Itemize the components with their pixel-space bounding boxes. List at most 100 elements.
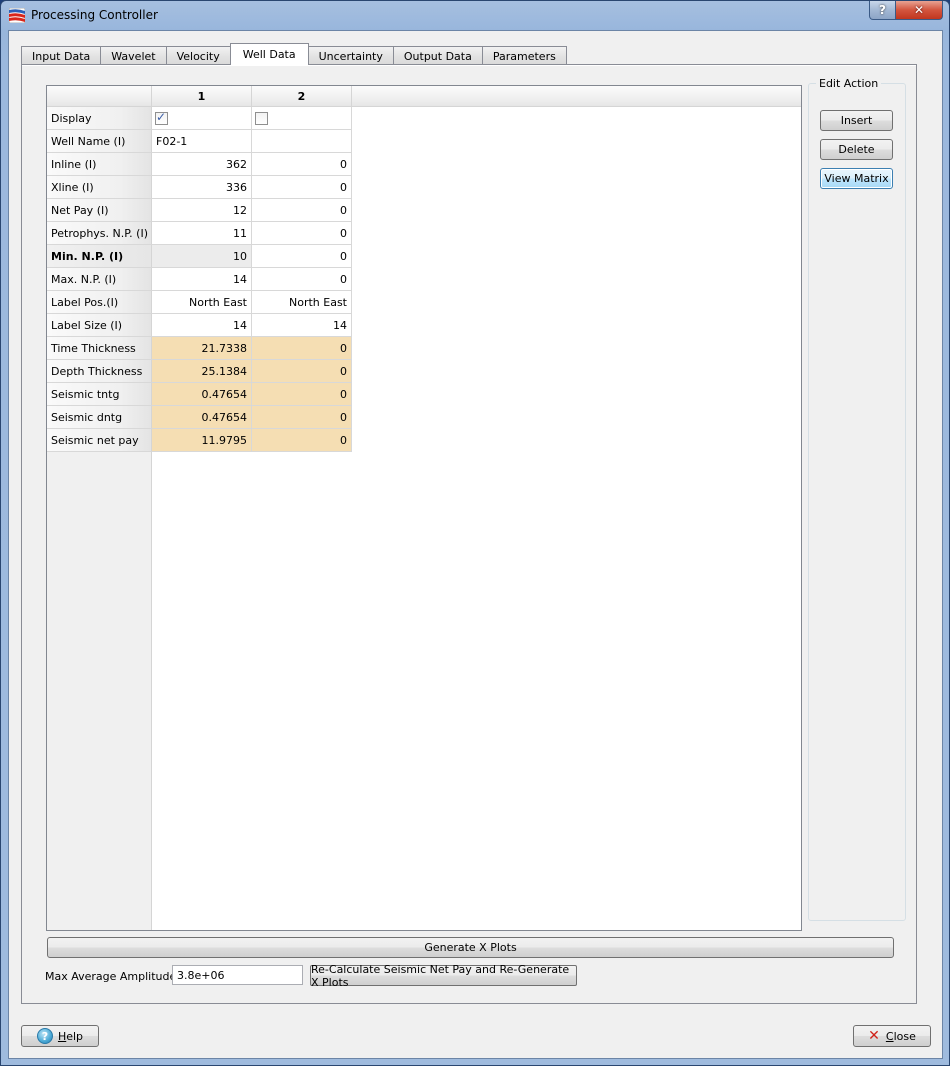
table-cell[interactable]: 21.7338 xyxy=(152,337,252,360)
row-header[interactable]: Time Thickness xyxy=(47,337,152,360)
help-icon: ? xyxy=(36,1028,53,1044)
max-average-amplitude-label: Max Average Amplitude: xyxy=(45,970,180,983)
display-checkbox-cell[interactable] xyxy=(152,107,252,130)
table-cell[interactable]: 336 xyxy=(152,176,252,199)
window-title: Processing Controller xyxy=(31,8,158,22)
table-row: Petrophys. N.P. (I) 11 0 xyxy=(47,222,352,245)
table-cell[interactable]: 0 xyxy=(252,383,352,406)
table-cell[interactable]: 362 xyxy=(152,153,252,176)
table-cell[interactable]: 10 xyxy=(152,245,252,268)
table-cell[interactable]: 14 xyxy=(252,314,352,337)
column-header-strip: 1 2 xyxy=(152,86,801,107)
recalculate-button[interactable]: Re-Calculate Seismic Net Pay and Re-Gene… xyxy=(310,963,577,989)
table-cell[interactable]: 0 xyxy=(252,199,352,222)
row-header[interactable]: Seismic net pay xyxy=(47,429,152,452)
row-header[interactable]: Seismic dntg xyxy=(47,406,152,429)
help-question-icon: ? xyxy=(879,3,886,17)
tab-velocity[interactable]: Velocity xyxy=(165,46,231,65)
table-row: Net Pay (I) 12 0 xyxy=(47,199,352,222)
table-row: Xline (I) 336 0 xyxy=(47,176,352,199)
tab-uncertainty[interactable]: Uncertainty xyxy=(307,46,394,65)
table-cell[interactable]: 0 xyxy=(252,245,352,268)
processing-controller-window: Processing Controller ? ✕ Input Data Wav… xyxy=(0,0,950,1066)
table-row: Max. N.P. (I) 14 0 xyxy=(47,268,352,291)
table-cell[interactable]: F02-1 xyxy=(152,130,252,153)
row-header[interactable]: Label Size (I) xyxy=(47,314,152,337)
checkbox-unchecked[interactable] xyxy=(255,111,268,125)
table-row: Seismic tntg 0.47654 0 xyxy=(47,383,352,406)
row-header[interactable]: Inline (I) xyxy=(47,153,152,176)
table-corner[interactable] xyxy=(47,86,152,107)
table-cell[interactable]: 0 xyxy=(252,268,352,291)
table-row: Label Size (I) 14 14 xyxy=(47,314,352,337)
table-cell[interactable]: 0 xyxy=(252,176,352,199)
window-close-button[interactable]: ✕ xyxy=(896,1,943,20)
table-cell[interactable]: 0 xyxy=(252,360,352,383)
title-bar[interactable]: Processing Controller ? ✕ xyxy=(1,1,949,31)
row-header[interactable]: Petrophys. N.P. (I) xyxy=(47,222,152,245)
table-row: Depth Thickness 25.1384 0 xyxy=(47,360,352,383)
tab-input-data[interactable]: Input Data xyxy=(21,46,102,65)
close-button[interactable]: ✕ Close xyxy=(853,1025,931,1047)
delete-button[interactable]: Delete xyxy=(820,139,893,160)
table-cell[interactable] xyxy=(252,130,352,153)
column-header-1[interactable]: 1 xyxy=(152,86,252,107)
close-label: Close xyxy=(885,1029,916,1043)
table-row: Time Thickness 21.7338 0 xyxy=(47,337,352,360)
row-header[interactable]: Min. N.P. (I) xyxy=(47,245,152,268)
column-header-2[interactable]: 2 xyxy=(252,86,352,107)
table-cell[interactable]: North East xyxy=(152,291,252,314)
row-header[interactable]: Depth Thickness xyxy=(47,360,152,383)
row-header[interactable]: Seismic tntg xyxy=(47,383,152,406)
tab-wavelet[interactable]: Wavelet xyxy=(100,46,167,65)
edit-action-group xyxy=(808,83,906,921)
tab-well-data[interactable]: Well Data xyxy=(229,43,309,65)
table-cell[interactable]: 0 xyxy=(252,429,352,452)
table-row: Seismic net pay 11.9795 0 xyxy=(47,429,352,452)
tab-bar: Input Data Wavelet Velocity Well Data Un… xyxy=(21,43,567,65)
tab-output-data[interactable]: Output Data xyxy=(392,46,483,65)
close-x-icon: ✕ xyxy=(913,3,925,17)
max-average-amplitude-input[interactable]: 3.8e+06 xyxy=(172,965,303,985)
table-row: Well Name (I) F02-1 xyxy=(47,130,352,153)
row-header[interactable]: Well Name (I) xyxy=(47,130,152,153)
help-button[interactable]: ? Help xyxy=(21,1025,99,1047)
table-cell[interactable]: 12 xyxy=(152,199,252,222)
table-cell[interactable]: 0 xyxy=(252,406,352,429)
help-label: Help xyxy=(57,1029,84,1043)
checkbox-checked[interactable] xyxy=(155,110,168,125)
table-cell[interactable]: 11.9795 xyxy=(152,429,252,452)
table-cell[interactable]: North East xyxy=(252,291,352,314)
edit-action-title: Edit Action xyxy=(816,77,882,90)
table-cell[interactable]: 0 xyxy=(252,222,352,245)
table-cell[interactable]: 0.47654 xyxy=(152,406,252,429)
close-icon: ✕ xyxy=(868,1028,880,1044)
app-icon xyxy=(9,8,25,23)
table-cell[interactable]: 14 xyxy=(152,314,252,337)
table-cell[interactable]: 0.47654 xyxy=(152,383,252,406)
view-matrix-button[interactable]: View Matrix xyxy=(820,168,893,189)
dialog-client-area: Input Data Wavelet Velocity Well Data Un… xyxy=(8,30,943,1059)
well-data-panel: 1 2 DisplayWell Name (I)F02-1Inline (I)3… xyxy=(21,64,917,1004)
row-header[interactable]: Label Pos.(I) xyxy=(47,291,152,314)
table-cell[interactable]: 25.1384 xyxy=(152,360,252,383)
tab-parameters[interactable]: Parameters xyxy=(481,46,567,65)
table-row: Display xyxy=(47,107,352,130)
generate-x-plots-button[interactable]: Generate X Plots xyxy=(47,937,894,958)
row-header[interactable]: Display xyxy=(47,107,152,130)
table-row: Min. N.P. (I) 10 0 xyxy=(47,245,352,268)
table-row: Inline (I) 362 0 xyxy=(47,153,352,176)
insert-button[interactable]: Insert xyxy=(820,110,893,131)
row-header[interactable]: Xline (I) xyxy=(47,176,152,199)
table-cell[interactable]: 0 xyxy=(252,153,352,176)
table-row: Label Pos.(I) North East North East xyxy=(47,291,352,314)
table-row: Seismic dntg 0.47654 0 xyxy=(47,406,352,429)
table-cell[interactable]: 11 xyxy=(152,222,252,245)
display-checkbox-cell[interactable] xyxy=(252,107,352,130)
row-header[interactable]: Net Pay (I) xyxy=(47,199,152,222)
well-data-table[interactable]: 1 2 DisplayWell Name (I)F02-1Inline (I)3… xyxy=(46,85,802,931)
table-cell[interactable]: 0 xyxy=(252,337,352,360)
row-header[interactable]: Max. N.P. (I) xyxy=(47,268,152,291)
table-cell[interactable]: 14 xyxy=(152,268,252,291)
context-help-button[interactable]: ? xyxy=(869,1,896,20)
